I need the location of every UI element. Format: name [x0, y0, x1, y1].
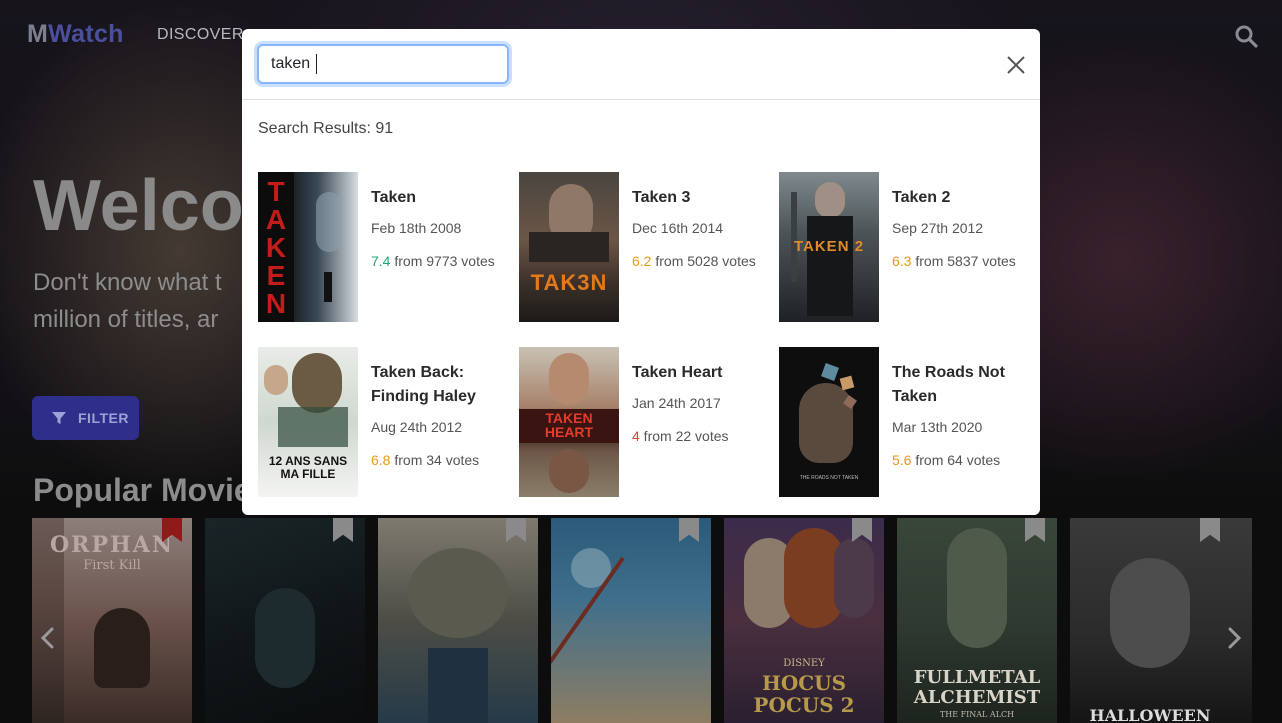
movie-card[interactable]: DISNEY HOCUS POCUS 2: [724, 518, 884, 723]
result-poster[interactable]: TAKEN HEART: [519, 347, 619, 497]
movie-card[interactable]: [205, 518, 365, 723]
search-result-item[interactable]: TAKEN 2 Taken 2 Sep 27th 2012 6.3 from 5…: [779, 172, 1029, 322]
search-modal: Search Results: 91 TAKEN Taken Feb 18th …: [242, 29, 1040, 515]
filter-icon: [52, 412, 66, 424]
poster-subtitle: DISNEY: [783, 658, 825, 669]
poster-title: FULLMETAL ALCHEMIST: [913, 667, 1041, 708]
result-poster[interactable]: TAKEN 2: [779, 172, 879, 322]
bookmark-icon[interactable]: [1025, 518, 1045, 542]
result-info: Taken 3 Dec 16th 2014 6.2 from 5028 vote…: [632, 186, 772, 271]
carousel-next-arrow-icon[interactable]: [1222, 626, 1246, 650]
poster-title: THE ROADS NOT TAKEN: [799, 475, 859, 481]
result-poster[interactable]: TAK3N: [519, 172, 619, 322]
poster-title: TAK3N: [530, 270, 608, 295]
result-date: Jan 24th 2017: [632, 395, 721, 411]
result-info: The Roads Not Taken Mar 13th 2020 5.6 fr…: [892, 361, 1032, 470]
result-title[interactable]: Taken 2: [892, 186, 1032, 210]
rating-votes: from 5028 votes: [651, 253, 756, 269]
logo-m: M: [27, 20, 49, 48]
poster-subtitle: THE FINAL ALCH: [939, 710, 1015, 719]
search-input[interactable]: [257, 44, 509, 84]
close-icon[interactable]: [1004, 53, 1028, 77]
rating-score: 5.6: [892, 452, 912, 468]
poster-title: HOCUS POCUS 2: [753, 671, 855, 717]
hero-subtitle: Don't know what t million of titles, ar: [33, 269, 222, 333]
result-title[interactable]: Taken 3: [632, 186, 772, 210]
bookmark-icon[interactable]: [679, 518, 699, 542]
nav-discover-link[interactable]: DISCOVER: [157, 26, 244, 44]
result-poster[interactable]: TAKEN: [258, 172, 358, 322]
result-date: Mar 13th 2020: [892, 419, 983, 435]
result-title[interactable]: Taken Back: Finding Haley: [371, 361, 511, 409]
result-info: Taken Heart Jan 24th 2017 4 from 22 vote…: [632, 361, 772, 446]
result-rating: 6.8 from 34 votes: [371, 451, 511, 470]
result-date: Feb 18th 2008: [371, 220, 462, 236]
search-result-item[interactable]: THE ROADS NOT TAKEN The Roads Not Taken …: [779, 347, 1029, 497]
result-title[interactable]: Taken Heart: [632, 361, 772, 385]
result-poster[interactable]: 12 ANS SANS MA FILLE: [258, 347, 358, 497]
rating-score: 6.8: [371, 452, 391, 468]
poster-title: TAKEN HEART: [544, 410, 594, 440]
hero-title: Welco: [33, 166, 244, 246]
movie-card[interactable]: FULLMETAL ALCHEMIST THE FINAL ALCH: [897, 518, 1057, 723]
rating-score: 4: [632, 428, 640, 444]
search-result-item[interactable]: 12 ANS SANS MA FILLE Taken Back: Finding…: [258, 347, 508, 497]
popular-movies-carousel: ORPHAN First Kill DISNEY HOCUS POCUS 2 F…: [32, 518, 1252, 723]
result-rating: 6.3 from 5837 votes: [892, 252, 1032, 271]
search-result-item[interactable]: TAK3N Taken 3 Dec 16th 2014 6.2 from 502…: [519, 172, 769, 322]
poster-title: TAKEN 2: [793, 238, 865, 255]
result-rating: 4 from 22 votes: [632, 427, 772, 446]
filter-button[interactable]: FILTER: [32, 396, 139, 440]
poster-subtitle: First Kill: [83, 558, 141, 573]
rating-votes: from 64 votes: [911, 452, 1001, 468]
poster-title: HALLOWEEN: [1089, 706, 1211, 723]
result-rating: 5.6 from 64 votes: [892, 451, 1032, 470]
text-caret: [316, 54, 317, 74]
result-info: Taken Feb 18th 2008 7.4 from 9773 votes: [371, 186, 511, 271]
result-title[interactable]: The Roads Not Taken: [892, 361, 1032, 409]
popular-movies-title: Popular Movie: [33, 472, 252, 508]
modal-header: [242, 29, 1040, 100]
logo[interactable]: MWatch: [27, 20, 124, 49]
search-icon[interactable]: [1234, 24, 1258, 48]
result-poster[interactable]: THE ROADS NOT TAKEN: [779, 347, 879, 497]
rating-score: 7.4: [371, 253, 391, 269]
rating-votes: from 5837 votes: [911, 253, 1016, 269]
result-date: Aug 24th 2012: [371, 419, 463, 435]
bookmark-icon[interactable]: [852, 518, 872, 542]
carousel-prev-arrow-icon[interactable]: [36, 626, 60, 650]
result-info: Taken Back: Finding Haley Aug 24th 2012 …: [371, 361, 511, 470]
result-date: Dec 16th 2014: [632, 220, 724, 236]
rating-score: 6.2: [632, 253, 652, 269]
rating-votes: from 22 votes: [639, 428, 729, 444]
bookmark-icon[interactable]: [333, 518, 353, 542]
results-count: Search Results: 91: [258, 120, 394, 137]
logo-watch: Watch: [48, 20, 124, 48]
bookmark-icon[interactable]: [506, 518, 526, 542]
search-result-item[interactable]: TAKEN HEART Taken Heart Jan 24th 2017 4 …: [519, 347, 769, 497]
rating-score: 6.3: [892, 253, 912, 269]
poster-title: TAKEN: [265, 176, 287, 319]
result-date: Sep 27th 2012: [892, 220, 984, 236]
movie-card[interactable]: [378, 518, 538, 723]
result-title[interactable]: Taken: [371, 186, 511, 210]
result-rating: 7.4 from 9773 votes: [371, 252, 511, 271]
movie-card[interactable]: [551, 518, 711, 723]
rating-votes: from 34 votes: [390, 452, 480, 468]
rating-votes: from 9773 votes: [390, 253, 495, 269]
movie-card[interactable]: ORPHAN First Kill: [32, 518, 192, 723]
movie-card[interactable]: HALLOWEEN: [1070, 518, 1252, 723]
search-result-item[interactable]: TAKEN Taken Feb 18th 2008 7.4 from 9773 …: [258, 172, 508, 322]
result-info: Taken 2 Sep 27th 2012 6.3 from 5837 vote…: [892, 186, 1032, 271]
poster-title: 12 ANS SANS MA FILLE: [268, 454, 348, 481]
bookmark-icon[interactable]: [1200, 518, 1220, 542]
filter-label: FILTER: [78, 410, 129, 426]
result-rating: 6.2 from 5028 votes: [632, 252, 772, 271]
